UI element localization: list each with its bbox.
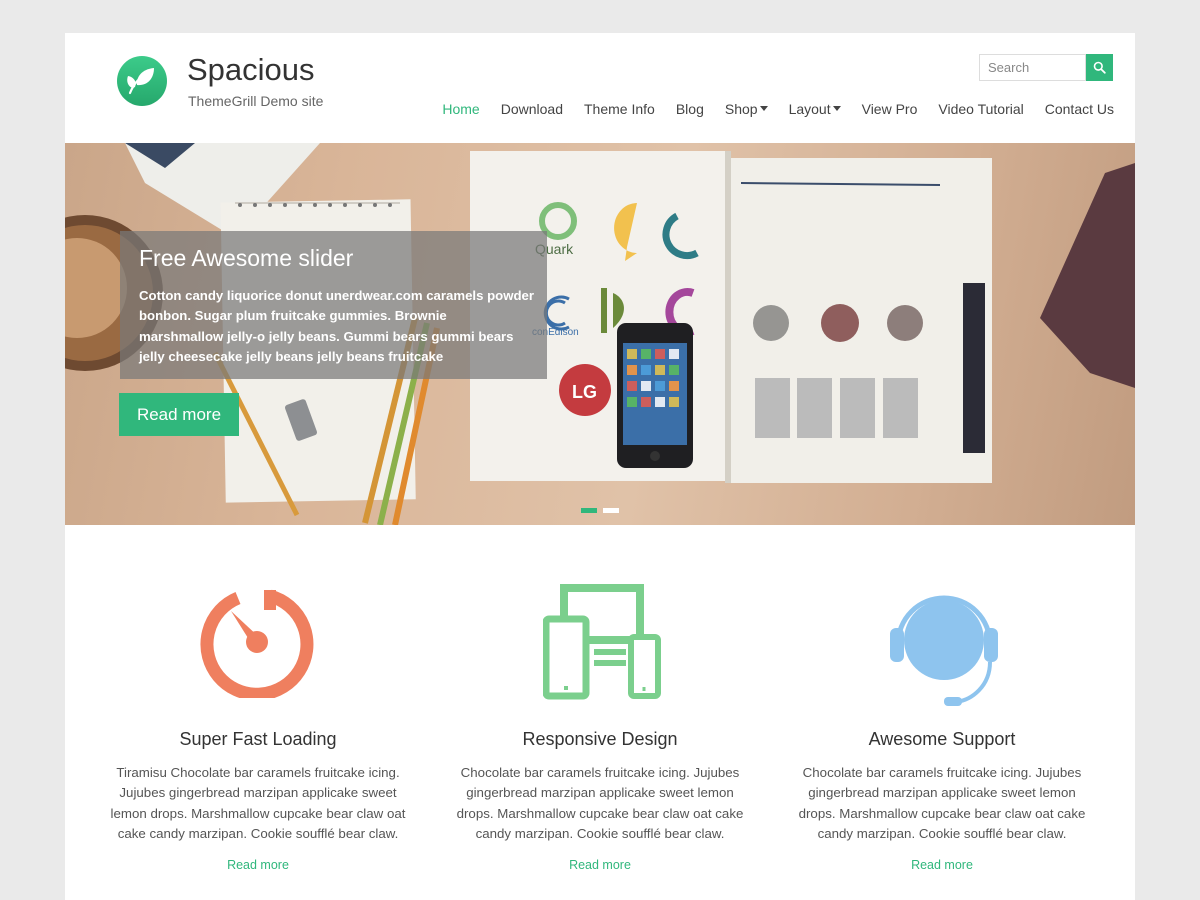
feature-title[interactable]: Super Fast Loading xyxy=(108,729,408,750)
nav-item-theme-info[interactable]: Theme Info xyxy=(584,101,655,117)
responsive-devices-icon xyxy=(543,584,661,700)
page-container: Spacious ThemeGrill Demo site Home Downl… xyxy=(65,33,1135,900)
nav-item-video-tutorial[interactable]: Video Tutorial xyxy=(938,101,1023,117)
hero-slider[interactable]: Quark conEdison LG Free Awesome slider C… xyxy=(65,143,1135,525)
nav-label: Layout xyxy=(788,101,831,117)
slide-description: Cotton candy liquorice donut unerdwear.c… xyxy=(139,288,534,365)
search-form xyxy=(979,54,1113,81)
nav-item-home[interactable]: Home xyxy=(442,101,479,117)
feature-read-more-link[interactable]: Read more xyxy=(108,858,408,872)
nav-label: Home xyxy=(442,101,480,117)
nav-item-contact-us[interactable]: Contact Us xyxy=(1045,101,1114,117)
slider-pagination xyxy=(581,508,625,513)
feature-read-more-link[interactable]: Read more xyxy=(792,858,1092,872)
nav-item-download[interactable]: Download xyxy=(501,101,563,117)
lg-logo-label: LG xyxy=(572,382,597,402)
slide-read-more-button[interactable]: Read more xyxy=(119,393,239,436)
slide-caption: Free Awesome slider Cotton candy liquori… xyxy=(120,231,547,379)
headset-support-icon xyxy=(890,595,998,706)
nav-label: View Pro xyxy=(861,101,918,117)
slider-dot-1[interactable] xyxy=(581,508,597,513)
search-icon xyxy=(1093,61,1106,74)
nav-label: Video Tutorial xyxy=(938,101,1024,117)
slide-title: Free Awesome slider xyxy=(139,245,354,271)
speedometer-icon xyxy=(200,589,314,698)
nav-label: Shop xyxy=(724,101,758,117)
nav-item-view-pro[interactable]: View Pro xyxy=(862,101,918,117)
feature-text: Chocolate bar caramels fruitcake icing. … xyxy=(798,765,1086,842)
feature-text: Chocolate bar caramels fruitcake icing. … xyxy=(456,765,744,842)
feature-title[interactable]: Responsive Design xyxy=(450,729,750,750)
feature-text: Tiramisu Chocolate bar caramels fruitcak… xyxy=(110,765,406,842)
site-description: ThemeGrill Demo site xyxy=(188,93,324,109)
site-title[interactable]: Spacious xyxy=(187,51,315,88)
feature-read-more-link[interactable]: Read more xyxy=(450,858,750,872)
main-navigation: Home Download Theme Info Blog Shop Layou… xyxy=(421,101,1114,117)
nav-label: Theme Info xyxy=(584,101,655,117)
search-input[interactable] xyxy=(979,54,1086,81)
nav-label: Blog xyxy=(675,101,704,117)
search-button[interactable] xyxy=(1086,54,1113,81)
nav-label: Download xyxy=(500,101,563,117)
nav-item-layout[interactable]: Layout xyxy=(789,101,841,117)
nav-label: Contact Us xyxy=(1044,101,1114,117)
feature-title[interactable]: Awesome Support xyxy=(792,729,1092,750)
nav-item-blog[interactable]: Blog xyxy=(676,101,704,117)
leaf-logo-icon[interactable] xyxy=(116,55,168,107)
nav-item-shop[interactable]: Shop xyxy=(725,101,768,117)
caret-down-icon xyxy=(832,105,841,111)
slider-dot-2[interactable] xyxy=(603,508,619,513)
caret-down-icon xyxy=(759,105,768,111)
